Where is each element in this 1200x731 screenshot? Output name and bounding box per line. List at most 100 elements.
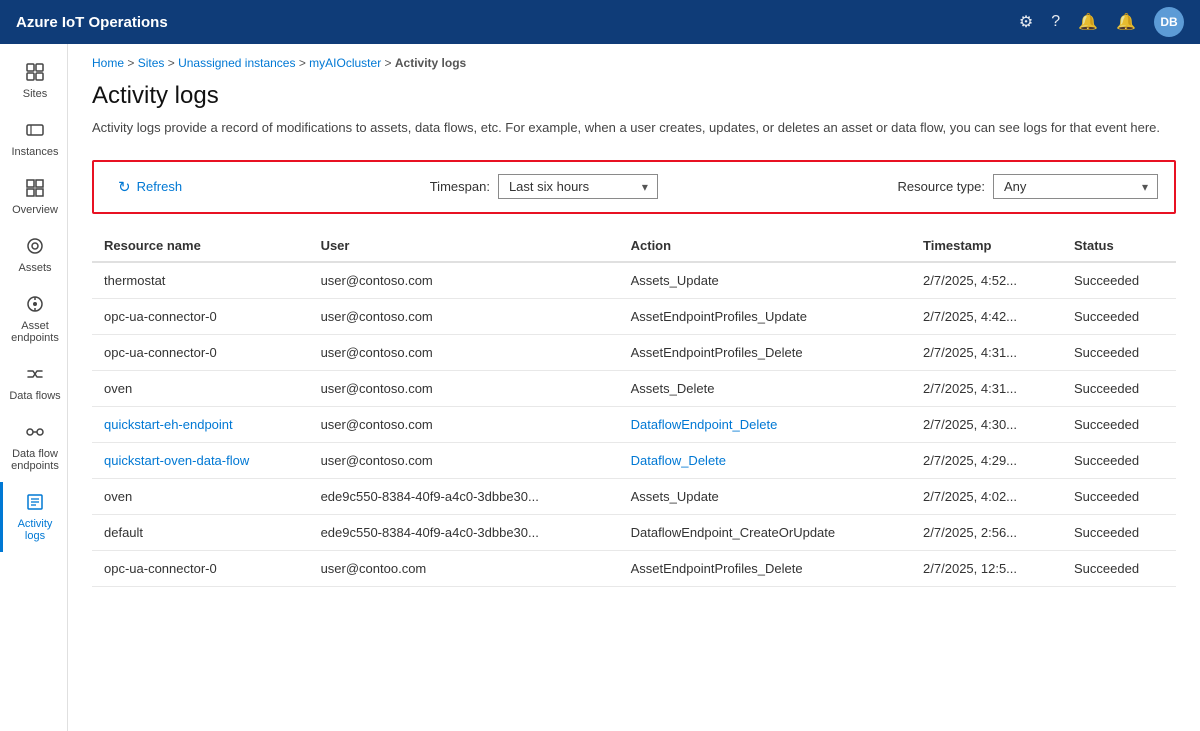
sidebar-item-overview[interactable]: Overview xyxy=(0,168,67,226)
cell-user: user@contoso.com xyxy=(309,442,619,478)
filter-bar: ↻ Refresh Timespan: Last hour Last six h… xyxy=(92,160,1176,214)
timespan-filter-group: Timespan: Last hour Last six hours Last … xyxy=(430,174,658,199)
sidebar-item-assets[interactable]: Assets xyxy=(0,226,67,284)
bell-icon[interactable]: 🔔 xyxy=(1116,12,1136,32)
avatar[interactable]: DB xyxy=(1154,7,1184,37)
cell-timestamp: 2/7/2025, 2:56... xyxy=(911,514,1062,550)
sites-icon xyxy=(25,62,45,85)
timespan-select[interactable]: Last hour Last six hours Last 24 hours L… xyxy=(498,174,658,199)
activity-logs-icon xyxy=(25,492,45,515)
refresh-icon: ↻ xyxy=(118,178,131,196)
sidebar-label-assets: Assets xyxy=(18,262,51,274)
cell-resource-name: default xyxy=(92,514,309,550)
sidebar-label-data-flows: Data flows xyxy=(9,390,60,402)
cell-status: Succeeded xyxy=(1062,298,1176,334)
cell-resource-name[interactable]: quickstart-oven-data-flow xyxy=(92,442,309,478)
sidebar-item-data-flows[interactable]: Data flows xyxy=(0,354,67,412)
cell-status: Succeeded xyxy=(1062,442,1176,478)
resource-type-filter-group: Resource type: Any Asset AssetEndpointPr… xyxy=(898,174,1158,199)
page-title: Activity logs xyxy=(92,82,1176,110)
table-row: quickstart-oven-data-flowuser@contoso.co… xyxy=(92,442,1176,478)
settings-icon[interactable]: ⚙ xyxy=(1019,12,1033,32)
cell-status: Succeeded xyxy=(1062,550,1176,586)
sidebar-label-overview: Overview xyxy=(12,204,58,216)
cell-action: Assets_Delete xyxy=(619,370,911,406)
cell-action: AssetEndpointProfiles_Delete xyxy=(619,550,911,586)
breadcrumb-unassigned-instances[interactable]: Unassigned instances xyxy=(178,56,295,70)
cell-action[interactable]: DataflowEndpoint_Delete xyxy=(619,406,911,442)
asset-endpoints-icon xyxy=(25,294,45,317)
cell-resource-name: opc-ua-connector-0 xyxy=(92,298,309,334)
cell-user: user@contoso.com xyxy=(309,370,619,406)
data-flows-icon xyxy=(25,364,45,387)
sidebar-item-data-flow-endpoints[interactable]: Data flow endpoints xyxy=(0,412,67,482)
col-action: Action xyxy=(619,230,911,262)
cell-resource-name[interactable]: quickstart-eh-endpoint xyxy=(92,406,309,442)
main-content: Home > Sites > Unassigned instances > my… xyxy=(68,44,1200,731)
breadcrumb-current: Activity logs xyxy=(395,56,466,70)
cell-status: Succeeded xyxy=(1062,478,1176,514)
cell-user: ede9c550-8384-40f9-a4c0-3dbbe30... xyxy=(309,514,619,550)
cell-status: Succeeded xyxy=(1062,262,1176,299)
table-row: opc-ua-connector-0user@contoso.comAssetE… xyxy=(92,334,1176,370)
cell-user: user@contoso.com xyxy=(309,406,619,442)
cell-status: Succeeded xyxy=(1062,334,1176,370)
cell-timestamp: 2/7/2025, 4:31... xyxy=(911,334,1062,370)
cell-resource-name: opc-ua-connector-0 xyxy=(92,334,309,370)
sidebar-label-activity-logs: Activity logs xyxy=(7,518,63,542)
resource-type-select[interactable]: Any Asset AssetEndpointProfile DataflowE… xyxy=(993,174,1158,199)
breadcrumb-cluster[interactable]: myAIOcluster xyxy=(309,56,381,70)
cell-resource-name: oven xyxy=(92,478,309,514)
cell-action: Assets_Update xyxy=(619,478,911,514)
cell-timestamp: 2/7/2025, 12:5... xyxy=(911,550,1062,586)
cell-user: user@contoso.com xyxy=(309,262,619,299)
activity-logs-table: Resource name User Action Timestamp Stat… xyxy=(92,230,1176,587)
cell-timestamp: 2/7/2025, 4:30... xyxy=(911,406,1062,442)
sidebar-item-instances[interactable]: Instances xyxy=(0,110,67,168)
refresh-button[interactable]: ↻ Refresh xyxy=(110,174,190,200)
cell-status: Succeeded xyxy=(1062,406,1176,442)
cell-timestamp: 2/7/2025, 4:31... xyxy=(911,370,1062,406)
table-row: thermostatuser@contoso.comAssets_Update2… xyxy=(92,262,1176,299)
top-nav: Azure IoT Operations ⚙ ? 🔔 🔔 DB xyxy=(0,0,1200,44)
sidebar-label-asset-endpoints: Asset endpoints xyxy=(7,320,63,344)
resource-type-label: Resource type: xyxy=(898,179,985,194)
table-row: opc-ua-connector-0user@contoso.comAssetE… xyxy=(92,298,1176,334)
table-row: ovenuser@contoso.comAssets_Delete2/7/202… xyxy=(92,370,1176,406)
cell-action: AssetEndpointProfiles_Update xyxy=(619,298,911,334)
timespan-select-wrapper: Last hour Last six hours Last 24 hours L… xyxy=(498,174,658,199)
page-header: Activity logs Activity logs provide a re… xyxy=(68,74,1200,144)
timespan-label: Timespan: xyxy=(430,179,490,194)
cell-timestamp: 2/7/2025, 4:52... xyxy=(911,262,1062,299)
cell-action: DataflowEndpoint_CreateOrUpdate xyxy=(619,514,911,550)
cell-action: AssetEndpointProfiles_Delete xyxy=(619,334,911,370)
sidebar-label-instances: Instances xyxy=(11,146,58,158)
sidebar-item-asset-endpoints[interactable]: Asset endpoints xyxy=(0,284,67,354)
top-nav-icons: ⚙ ? 🔔 🔔 DB xyxy=(1019,7,1184,37)
cell-user: user@contoo.com xyxy=(309,550,619,586)
app-title: Azure IoT Operations xyxy=(16,14,1019,31)
table-row: defaultede9c550-8384-40f9-a4c0-3dbbe30..… xyxy=(92,514,1176,550)
layout: Sites Instances Overview Assets Asset en… xyxy=(0,44,1200,731)
breadcrumb-home[interactable]: Home xyxy=(92,56,124,70)
cell-timestamp: 2/7/2025, 4:02... xyxy=(911,478,1062,514)
sidebar-item-activity-logs[interactable]: Activity logs xyxy=(0,482,67,552)
cell-user: ede9c550-8384-40f9-a4c0-3dbbe30... xyxy=(309,478,619,514)
cell-action: Assets_Update xyxy=(619,262,911,299)
breadcrumb: Home > Sites > Unassigned instances > my… xyxy=(68,44,1200,74)
sidebar-item-sites[interactable]: Sites xyxy=(0,52,67,110)
cell-resource-name: thermostat xyxy=(92,262,309,299)
cell-action[interactable]: Dataflow_Delete xyxy=(619,442,911,478)
feedback-icon[interactable]: 🔔 xyxy=(1078,12,1098,32)
cell-user: user@contoso.com xyxy=(309,298,619,334)
col-status: Status xyxy=(1062,230,1176,262)
cell-status: Succeeded xyxy=(1062,370,1176,406)
help-icon[interactable]: ? xyxy=(1051,13,1060,31)
col-timestamp: Timestamp xyxy=(911,230,1062,262)
overview-icon xyxy=(25,178,45,201)
sidebar-label-sites: Sites xyxy=(23,88,47,100)
breadcrumb-sites[interactable]: Sites xyxy=(138,56,165,70)
sidebar: Sites Instances Overview Assets Asset en… xyxy=(0,44,68,731)
cell-timestamp: 2/7/2025, 4:42... xyxy=(911,298,1062,334)
cell-user: user@contoso.com xyxy=(309,334,619,370)
